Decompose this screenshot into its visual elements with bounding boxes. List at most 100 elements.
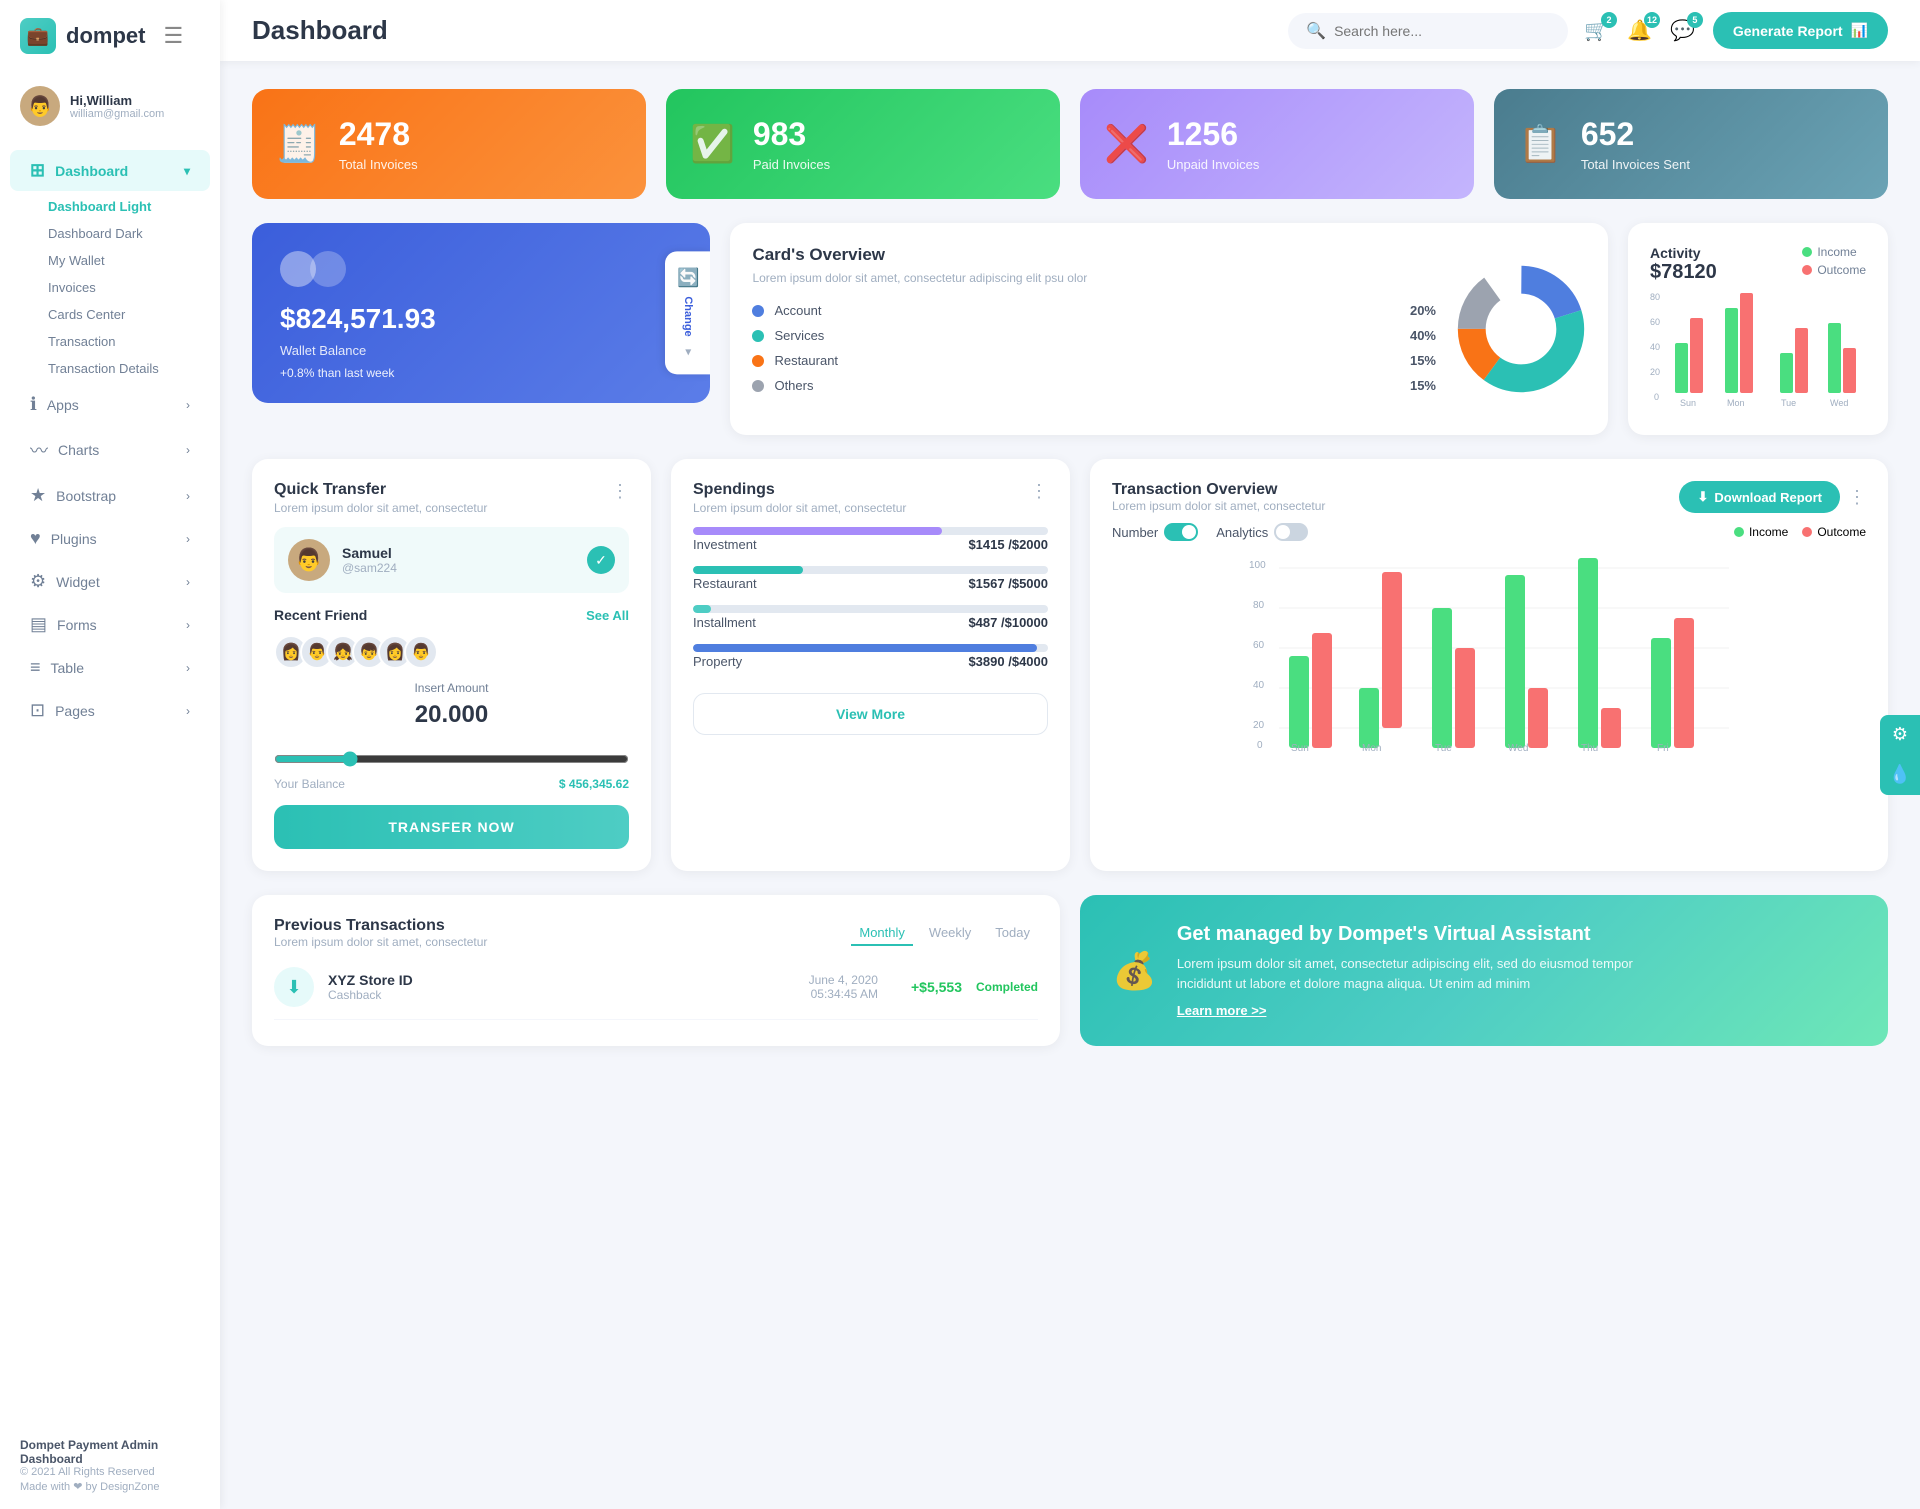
apps-icon: ℹ: [30, 394, 37, 415]
stat-card-paid-invoices: ✅ 983 Paid Invoices: [666, 89, 1060, 199]
txn-overview-desc: Lorem ipsum dolor sit amet, consectetur: [1112, 499, 1325, 513]
income-label: Income: [1817, 245, 1856, 259]
txn-cashback-icon: ⬇: [274, 967, 314, 1007]
sidebar-item-bootstrap[interactable]: ★ Bootstrap ›: [10, 475, 210, 516]
wallet-card-wrap: $824,571.93 Wallet Balance +0.8% than la…: [252, 223, 710, 435]
generate-report-label: Generate Report: [1733, 23, 1843, 39]
sidebar-item-forms[interactable]: ▤ Forms ›: [10, 604, 210, 645]
dashboard-sub-nav: Dashboard Light Dashboard Dark My Wallet…: [0, 193, 220, 382]
hamburger-icon[interactable]: ☰: [163, 23, 183, 49]
activity-amount: $78120: [1650, 261, 1717, 284]
cart-icon-badge[interactable]: 🛒 2: [1584, 18, 1609, 43]
legend-label: Account: [774, 303, 821, 318]
chevron-right-icon: ›: [186, 532, 190, 546]
sidebar-item-charts[interactable]: 〰 Charts ›: [10, 427, 210, 473]
amount-slider[interactable]: [274, 751, 629, 767]
wallet-row: $824,571.93 Wallet Balance +0.8% than la…: [252, 223, 1888, 435]
sidebar-item-plugins[interactable]: ♥ Plugins ›: [10, 518, 210, 559]
footer-copy: © 2021 All Rights Reserved: [20, 1466, 200, 1478]
chevron-right-icon: ›: [186, 618, 190, 632]
water-drop-float-button[interactable]: 💧: [1880, 755, 1920, 795]
bootstrap-icon: ★: [30, 485, 46, 506]
view-more-button[interactable]: View More: [693, 693, 1048, 735]
card-circle2: [310, 251, 346, 287]
txn-amount: +$5,553: [892, 979, 962, 995]
tab-today[interactable]: Today: [987, 921, 1038, 946]
tab-weekly[interactable]: Weekly: [921, 921, 979, 946]
change-button[interactable]: 🔄 Change ▾: [665, 251, 710, 374]
sidebar-item-dashboard[interactable]: ⊞ Dashboard ▾: [10, 150, 210, 191]
paid-invoices-label: Paid Invoices: [753, 157, 830, 172]
activity-title: Activity: [1650, 245, 1717, 261]
legend-value-account: 20%: [1410, 303, 1436, 318]
avatar: 👨: [20, 86, 60, 126]
sidebar-item-table[interactable]: ≡ Table ›: [10, 647, 210, 688]
quick-transfer-desc: Lorem ipsum dolor sit amet, consectetur: [274, 501, 487, 515]
legend-dot-restaurant: [752, 355, 764, 367]
transfer-avatar: 👨: [288, 539, 330, 581]
stats-row: 🧾 2478 Total Invoices ✅ 983 Paid Invoice…: [252, 89, 1888, 199]
txn-outcome-label: Outcome: [1817, 525, 1866, 539]
txn-date: June 4, 2020 05:34:45 AM: [809, 973, 878, 1001]
va-learn-more-link[interactable]: Learn more >>: [1177, 1003, 1677, 1018]
generate-report-button[interactable]: Generate Report 📊: [1713, 12, 1888, 49]
legend-label: Services: [774, 328, 824, 343]
investment-fill: [693, 527, 942, 535]
sub-nav-item-invoices[interactable]: Invoices: [48, 274, 220, 301]
sub-nav-item-my-wallet[interactable]: My Wallet: [48, 247, 220, 274]
bell-icon-badge[interactable]: 🔔 12: [1627, 18, 1652, 43]
app-name: dompet: [66, 23, 145, 49]
sub-nav-item-transaction-details[interactable]: Transaction Details: [48, 355, 220, 382]
chat-icon-badge[interactable]: 💬 5: [1670, 18, 1695, 43]
cards-overview-card: Card's Overview Lorem ipsum dolor sit am…: [730, 223, 1608, 435]
content: 🧾 2478 Total Invoices ✅ 983 Paid Invoice…: [220, 61, 1920, 1074]
txn-overview-dots-button[interactable]: ⋮: [1848, 487, 1866, 508]
page-title: Dashboard: [252, 15, 1272, 46]
quick-transfer-dots-button[interactable]: ⋮: [611, 481, 629, 502]
stat-card-total-sent: 📋 652 Total Invoices Sent: [1494, 89, 1888, 199]
svg-text:60: 60: [1650, 317, 1660, 327]
bottom-row: Quick Transfer Lorem ipsum dolor sit ame…: [252, 459, 1888, 871]
spendings-desc: Lorem ipsum dolor sit amet, consectetur: [693, 501, 906, 515]
sub-nav-item-cards-center[interactable]: Cards Center: [48, 301, 220, 328]
nav-section: ⊞ Dashboard ▾ Dashboard Light Dashboard …: [0, 148, 220, 733]
chevron-right-icon: ›: [186, 443, 190, 457]
sub-nav-item-transaction[interactable]: Transaction: [48, 328, 220, 355]
analytics-toggle-switch[interactable]: [1274, 523, 1308, 541]
number-toggle-switch[interactable]: [1164, 523, 1198, 541]
installment-fill: [693, 605, 711, 613]
svg-text:Wed: Wed: [1508, 743, 1528, 753]
settings-float-button[interactable]: ⚙: [1880, 715, 1920, 755]
sub-nav-item-dashboard-dark[interactable]: Dashboard Dark: [48, 220, 220, 247]
search-input[interactable]: [1334, 23, 1550, 39]
sidebar-item-pages[interactable]: ⊡ Pages ›: [10, 690, 210, 731]
installment-value: $487 /$10000: [968, 615, 1048, 630]
outcome-dot: [1802, 527, 1812, 537]
txn-info: XYZ Store ID Cashback: [328, 972, 413, 1002]
income-legend: Income: [1802, 245, 1866, 259]
sidebar-item-apps[interactable]: ℹ Apps ›: [10, 384, 210, 425]
chevron-down-icon: ▾: [184, 164, 190, 178]
transfer-check-icon[interactable]: ✓: [587, 546, 615, 574]
outcome-label: Outcome: [1817, 263, 1866, 277]
previous-transactions-card: Previous Transactions Lorem ipsum dolor …: [252, 895, 1060, 1046]
bell-badge: 12: [1644, 12, 1660, 28]
wallet-change: +0.8% than last week: [280, 366, 682, 380]
spendings-card: Spendings Lorem ipsum dolor sit amet, co…: [671, 459, 1070, 871]
sent-icon: 📋: [1518, 123, 1563, 165]
main-content: Dashboard 🔍 🛒 2 🔔 12 💬 5 Generate Report…: [220, 0, 1920, 1509]
txn-status: Completed: [976, 980, 1038, 994]
spendings-dots-button[interactable]: ⋮: [1030, 481, 1048, 502]
search-icon: 🔍: [1306, 21, 1326, 41]
svg-text:60: 60: [1253, 640, 1265, 651]
transfer-now-button[interactable]: TRANSFER NOW: [274, 805, 629, 849]
svg-text:20: 20: [1253, 720, 1265, 731]
sidebar-item-widget[interactable]: ⚙ Widget ›: [10, 561, 210, 602]
chevron-right-icon: ›: [186, 398, 190, 412]
sub-nav-item-dashboard-light[interactable]: Dashboard Light: [48, 193, 220, 220]
tab-monthly[interactable]: Monthly: [851, 921, 913, 946]
see-all-button[interactable]: See All: [586, 608, 629, 623]
property-label: Property: [693, 654, 742, 669]
download-report-button[interactable]: ⬇ Download Report: [1679, 481, 1840, 513]
va-banner: 💰 Get managed by Dompet's Virtual Assist…: [1080, 895, 1888, 1046]
